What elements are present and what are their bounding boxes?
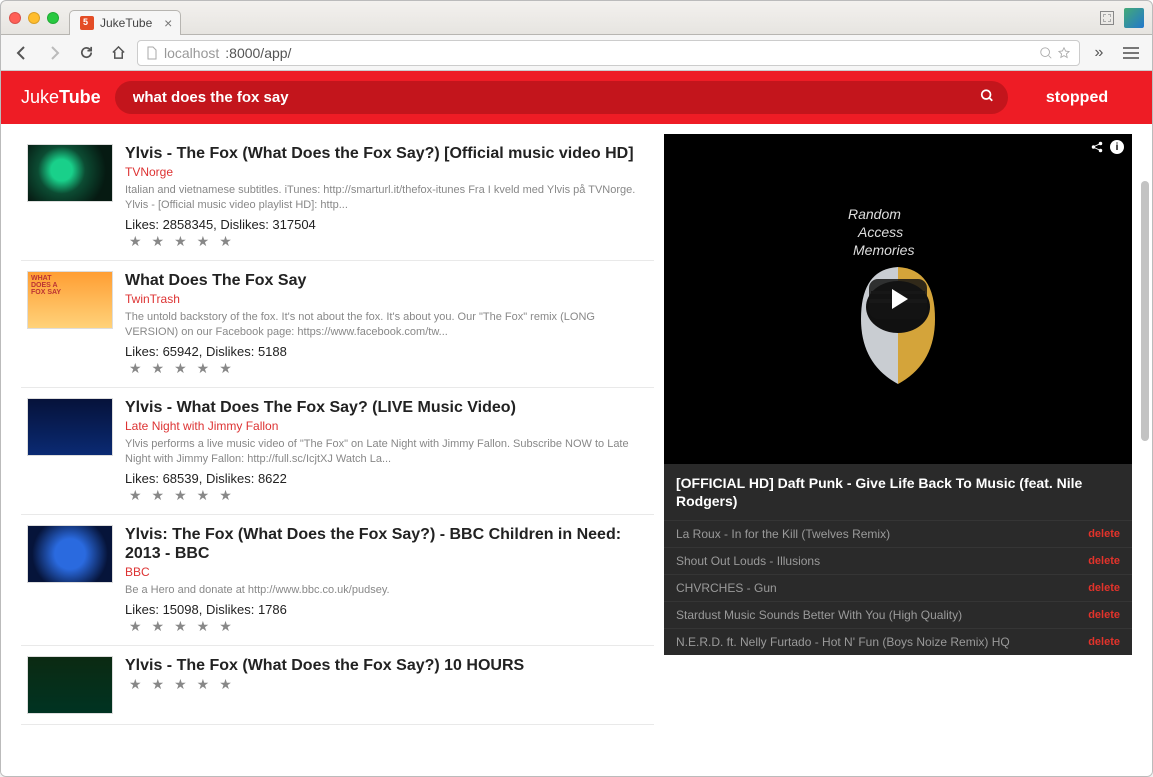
tab-title: JukeTube (100, 16, 152, 30)
info-icon[interactable]: i (1110, 140, 1124, 154)
playlist: La Roux - In for the Kill (Twelves Remix… (664, 520, 1132, 655)
play-button[interactable] (869, 279, 927, 319)
result-stats: Likes: 65942, Dislikes: 5188 (125, 344, 648, 359)
search-results: Ylvis - The Fox (What Does the Fox Say?)… (21, 134, 654, 725)
app-root: JukeTube stopped Ylvis - The Fox (What D… (1, 71, 1152, 776)
browser-window: JukeTube × localhost (0, 0, 1153, 777)
playlist-delete-button[interactable]: delete (1088, 555, 1120, 567)
video-player[interactable]: i Random Access Memories (664, 134, 1132, 464)
logo-suffix: Tube (59, 87, 101, 107)
rating-stars[interactable]: ★★★★★ (125, 233, 648, 250)
result-stats: Likes: 15098, Dislikes: 1786 (125, 602, 648, 617)
minimize-window-button[interactable] (28, 12, 40, 24)
result-stats: Likes: 2858345, Dislikes: 317504 (125, 217, 648, 232)
rating-stars[interactable]: ★★★★★ (125, 360, 648, 377)
fullscreen-icon[interactable] (1100, 11, 1114, 25)
zoom-window-button[interactable] (47, 12, 59, 24)
result-description: The untold backstory of the fox. It's no… (125, 310, 648, 340)
search-input[interactable] (115, 81, 1008, 114)
search-result[interactable]: Ylvis - The Fox (What Does the Fox Say?)… (21, 646, 654, 725)
scrollbar-track[interactable] (1140, 71, 1150, 776)
result-author[interactable]: Late Night with Jimmy Fallon (125, 419, 648, 433)
logo-prefix: Juke (21, 87, 59, 107)
result-thumbnail[interactable] (27, 271, 113, 329)
back-button[interactable] (9, 41, 35, 65)
app-logo[interactable]: JukeTube (21, 87, 101, 108)
result-thumbnail[interactable] (27, 525, 113, 583)
zoom-icon[interactable] (1039, 46, 1053, 60)
address-bar[interactable]: localhost (137, 40, 1080, 66)
rating-stars[interactable]: ★★★★★ (125, 618, 648, 635)
main-content: Ylvis - The Fox (What Does the Fox Say?)… (1, 124, 1152, 735)
result-title: What Does The Fox Say (125, 271, 648, 290)
result-description: Italian and vietnamese subtitles. iTunes… (125, 183, 648, 213)
search-result[interactable]: Ylvis - The Fox (What Does the Fox Say?)… (21, 134, 654, 261)
result-thumbnail[interactable] (27, 144, 113, 202)
browser-toolbar: localhost » (1, 35, 1152, 71)
share-icon[interactable] (1090, 140, 1104, 157)
reload-button[interactable] (73, 41, 99, 65)
svg-text:Access: Access (857, 224, 903, 240)
playlist-item-title: La Roux - In for the Kill (Twelves Remix… (676, 527, 890, 541)
rating-stars[interactable]: ★★★★★ (125, 487, 648, 504)
url-input[interactable] (225, 45, 1033, 61)
result-thumbnail[interactable] (27, 398, 113, 456)
tab-strip: JukeTube × (69, 1, 1100, 34)
playlist-item-title: Shout Out Louds - Illusions (676, 554, 820, 568)
browser-tab[interactable]: JukeTube × (69, 10, 181, 35)
html5-favicon-icon (80, 16, 94, 30)
scrollbar-thumb[interactable] (1141, 181, 1149, 441)
result-author[interactable]: TwinTrash (125, 292, 648, 306)
playlist-item[interactable]: Shout Out Louds - Illusions delete (664, 547, 1132, 574)
playlist-item[interactable]: N.E.R.D. ft. Nelly Furtado - Hot N' Fun … (664, 628, 1132, 655)
home-button[interactable] (105, 41, 131, 65)
bookmark-star-icon[interactable] (1057, 46, 1071, 60)
playlist-item[interactable]: Stardust Music Sounds Better With You (H… (664, 601, 1132, 628)
result-title: Ylvis - The Fox (What Does the Fox Say?)… (125, 656, 648, 675)
result-title: Ylvis - What Does The Fox Say? (LIVE Mus… (125, 398, 648, 417)
page-viewport: JukeTube stopped Ylvis - The Fox (What D… (1, 71, 1152, 776)
menu-button[interactable] (1118, 41, 1144, 65)
result-description: Ylvis performs a live music video of "Th… (125, 437, 648, 467)
search-result[interactable]: Ylvis: The Fox (What Does the Fox Say?) … (21, 515, 654, 646)
result-title: Ylvis: The Fox (What Does the Fox Say?) … (125, 525, 648, 563)
result-description: Be a Hero and donate at http://www.bbc.c… (125, 583, 648, 598)
rating-stars[interactable]: ★★★★★ (125, 676, 648, 693)
result-stats: Likes: 68539, Dislikes: 8622 (125, 471, 648, 486)
url-host: localhost (164, 45, 219, 61)
result-author[interactable]: TVNorge (125, 165, 648, 179)
player-status: stopped (1022, 89, 1132, 107)
playlist-item-title: N.E.R.D. ft. Nelly Furtado - Hot N' Fun … (676, 635, 1010, 649)
overflow-button[interactable]: » (1086, 41, 1112, 65)
search-wrap (115, 81, 1008, 114)
search-result[interactable]: Ylvis - What Does The Fox Say? (LIVE Mus… (21, 388, 654, 515)
search-icon[interactable] (980, 88, 994, 107)
playlist-item-title: CHVRCHES - Gun (676, 581, 777, 595)
playlist-item[interactable]: La Roux - In for the Kill (Twelves Remix… (664, 520, 1132, 547)
svg-text:Random: Random (848, 206, 901, 222)
playlist-delete-button[interactable]: delete (1088, 528, 1120, 540)
profile-avatar[interactable] (1124, 8, 1144, 28)
hamburger-icon (1123, 47, 1139, 59)
search-result[interactable]: What Does The Fox Say TwinTrash The untold… (21, 261, 654, 388)
result-author[interactable]: BBC (125, 565, 648, 579)
page-icon (146, 46, 158, 60)
window-titlebar: JukeTube × (1, 1, 1152, 35)
window-controls (9, 12, 59, 24)
tab-close-icon[interactable]: × (164, 16, 172, 30)
result-thumbnail[interactable] (27, 656, 113, 714)
svg-text:Memories: Memories (853, 242, 914, 258)
app-header: JukeTube stopped (1, 71, 1152, 124)
playlist-item[interactable]: CHVRCHES - Gun delete (664, 574, 1132, 601)
now-playing-title: [OFFICIAL HD] Daft Punk - Give Life Back… (664, 464, 1132, 520)
player-panel: i Random Access Memories (664, 134, 1132, 725)
playlist-delete-button[interactable]: delete (1088, 636, 1120, 648)
playlist-item-title: Stardust Music Sounds Better With You (H… (676, 608, 962, 622)
playlist-delete-button[interactable]: delete (1088, 582, 1120, 594)
close-window-button[interactable] (9, 12, 21, 24)
result-title: Ylvis - The Fox (What Does the Fox Say?)… (125, 144, 648, 163)
playlist-delete-button[interactable]: delete (1088, 609, 1120, 621)
forward-button[interactable] (41, 41, 67, 65)
